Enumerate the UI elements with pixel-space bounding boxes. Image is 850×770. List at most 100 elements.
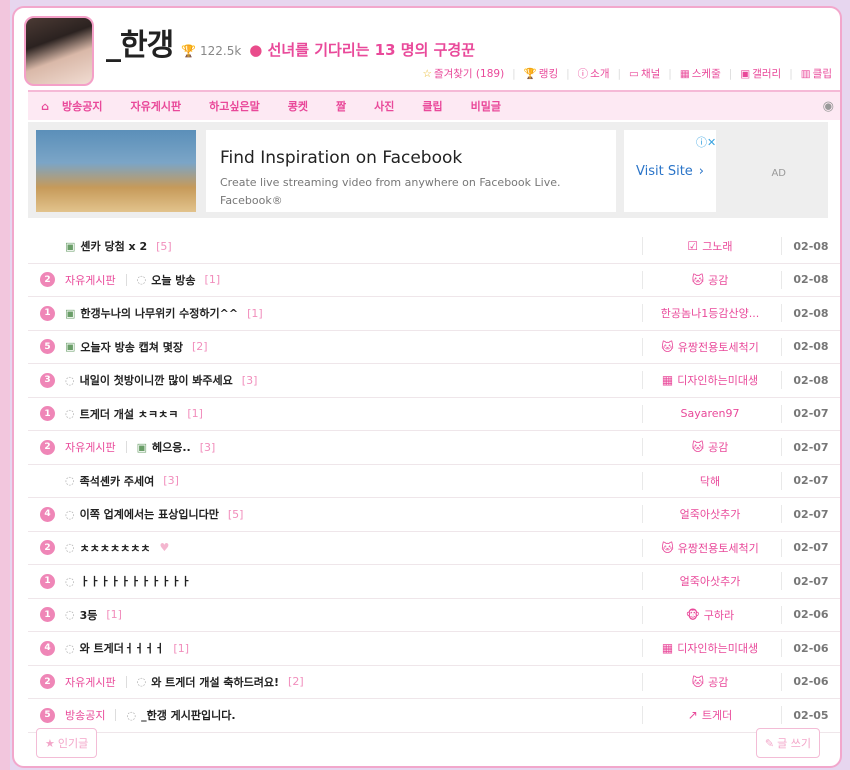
post-title-cell[interactable]: ◌ 3등 [1] [65, 607, 642, 623]
post-author[interactable]: 🐱 유짱전용토세척기 [642, 538, 777, 557]
comment-count: [2] [288, 675, 304, 689]
post-category[interactable]: 자유게시판 [65, 272, 116, 288]
post-row[interactable]: 1 ◌ 트게더 개설 ㅊㅋㅊㅋ [1] Sayaren97 02-07 [28, 398, 840, 431]
post-title-cell[interactable]: ◌ 이쪽 업계에서는 표상입니다만 [5] [65, 506, 642, 522]
post-title[interactable]: 족석셴카 주세여 [80, 473, 155, 489]
post-author[interactable]: 🐱 공감 [642, 438, 777, 457]
post-row[interactable]: 2 자유게시판 ▣ 헤으응.. [3] 🐱 공감 02-07 [28, 431, 840, 465]
rank-badge: 1 [40, 406, 55, 422]
post-row[interactable]: 1 ◌ ㅏㅏㅏㅏㅏㅏㅏㅏㅏㅏㅏ 얼죽아삿추가 02-07 [28, 565, 840, 599]
person-icon: ● [249, 41, 263, 59]
post-title-cell[interactable]: ◌ 와 트게더ㅓㅓㅓㅓ [1] [65, 640, 642, 656]
post-title[interactable]: 한갱누나의 나무위키 수정하기^^ [80, 305, 238, 321]
post-title-cell[interactable]: ▣ 셴카 당첨 x 2 [5] [65, 238, 642, 254]
post-title[interactable]: ㅏㅏㅏㅏㅏㅏㅏㅏㅏㅏㅏ [80, 573, 191, 589]
post-title-cell[interactable]: ◌ 트게더 개설 ㅊㅋㅊㅋ [1] [65, 406, 642, 422]
ad-image[interactable] [36, 130, 196, 212]
quick-link[interactable]: ⓘ 소개 [578, 66, 610, 81]
post-row[interactable]: 1 ◌ 3등 [1] 🐵 구하라 02-06 [28, 599, 840, 632]
quick-link[interactable]: ▦ 스케줄 [680, 66, 721, 81]
post-author[interactable]: ▦ 디자인하는미대생 [642, 371, 777, 390]
post-title-cell[interactable]: ◌ ㅏㅏㅏㅏㅏㅏㅏㅏㅏㅏㅏ [65, 573, 642, 589]
avatar[interactable] [24, 16, 94, 86]
post-title-cell[interactable]: 자유게시판 ◌ 와 트게더 개설 축하드려요! [2] [65, 674, 642, 690]
quick-link[interactable]: ▥ 클립 [801, 66, 832, 81]
post-author[interactable]: ☑ 그노래 [642, 237, 777, 256]
post-date: 02-06 [781, 639, 840, 658]
ad-choices-icon[interactable]: ⓘ✕ [696, 134, 716, 150]
post-author[interactable]: 얼죽아삿추가 [642, 572, 777, 591]
post-author[interactable]: 🐱 공감 [642, 270, 777, 289]
post-title-cell[interactable]: ◌ ㅊㅊㅊㅊㅊㅊㅊ ♥ [65, 540, 642, 556]
post-title[interactable]: 이쪽 업계에서는 표상입니다만 [80, 506, 219, 522]
ad-title[interactable]: Find Inspiration on Facebook [220, 148, 462, 168]
post-row[interactable]: 5 방송공지 ◌ _한갱 게시판입니다. ↗ 트게더 02-05 [28, 699, 840, 733]
post-title[interactable]: _한갱 게시판입니다. [141, 707, 235, 723]
post-row[interactable]: ◌ 족석셴카 주세여 [3] 닥해 02-07 [28, 465, 840, 498]
post-category[interactable]: 방송공지 [65, 707, 105, 723]
post-row[interactable]: 4 ◌ 이쪽 업계에서는 표상입니다만 [5] 얼죽아삿추가 02-07 [28, 498, 840, 532]
nav-item[interactable]: 자유게시판 [130, 98, 181, 114]
eye-icon[interactable]: ◉ [823, 99, 834, 114]
post-title[interactable]: 셴카 당첨 x 2 [80, 238, 147, 254]
calendar-icon: ▦ [661, 641, 674, 656]
post-category[interactable]: 자유게시판 [65, 439, 116, 455]
nav-item[interactable]: 짤 [336, 98, 346, 114]
post-title-cell[interactable]: ▣ 한갱누나의 나무위키 수정하기^^ [1] [65, 305, 642, 321]
post-title[interactable]: 트게더 개설 ㅊㅋㅊㅋ [80, 406, 179, 422]
post-row[interactable]: 2 자유게시판 ◌ 오늘 방송 [1] 🐱 공감 02-08 [28, 264, 840, 297]
post-author[interactable]: 한공놈나1등감산양... [642, 304, 777, 323]
post-author[interactable]: 얼죽아삿추가 [642, 505, 777, 524]
post-author[interactable]: 🐱 유짱전용토세척기 [642, 337, 777, 356]
quick-link[interactable]: ▭ 채널 [629, 66, 660, 81]
post-category[interactable]: 자유게시판 [65, 674, 116, 690]
post-row[interactable]: 1 ▣ 한갱누나의 나무위키 수정하기^^ [1] 한공놈나1등감산양... 02-08 [28, 297, 840, 331]
post-author[interactable]: ↗ 트게더 [642, 706, 777, 725]
popular-posts-button[interactable]: ★ 인기글 [36, 728, 98, 758]
post-title[interactable]: 와 트게더ㅓㅓㅓㅓ [80, 640, 165, 656]
post-title-cell[interactable]: ◌ 족석셴카 주세여 [3] [65, 473, 642, 489]
quick-link[interactable]: ▣ 갤러리 [740, 66, 781, 81]
post-title[interactable]: 3등 [80, 607, 98, 623]
post-title-cell[interactable]: 자유게시판 ◌ 오늘 방송 [1] [65, 272, 642, 288]
nav-item[interactable]: 비밀글 [471, 98, 501, 114]
post-list: ▣ 셴카 당첨 x 2 [5] ☑ 그노래 02-08 2 자유게시판 ◌ 오늘 방송 [1] 🐱 공감… [28, 230, 840, 733]
post-title[interactable]: 오늘자 방송 캡쳐 몇장 [80, 339, 183, 355]
channel-name[interactable]: _한갱 [106, 20, 174, 64]
post-author[interactable]: 🐱 공감 [642, 672, 777, 691]
nav-item[interactable]: 클립 [422, 98, 442, 114]
write-post-button[interactable]: ✎ 글 쓰기 [755, 728, 820, 758]
post-row[interactable]: 5 ▣ 오늘자 방송 캡쳐 몇장 [2] 🐱 유짱전용토세척기 02-08 [28, 331, 840, 364]
image-icon: ▣ [65, 306, 76, 320]
post-author[interactable]: 닥해 [642, 471, 777, 490]
post-author[interactable]: ▦ 디자인하는미대생 [642, 639, 777, 658]
post-title-cell[interactable]: ◌ 내일이 첫방이니깐 많이 봐주세요 [3] [65, 372, 642, 388]
post-title-cell[interactable]: 방송공지 ◌ _한갱 게시판입니다. [65, 707, 642, 723]
post-row[interactable]: ▣ 셴카 당첨 x 2 [5] ☑ 그노래 02-08 [28, 230, 840, 264]
quick-link-label: 랭킹 [538, 68, 559, 80]
cat-icon: 🐱 [661, 339, 674, 354]
ad-banner[interactable]: Find Inspiration on Facebook Create live… [28, 122, 828, 218]
nav-item[interactable]: 하고싶은말 [209, 98, 260, 114]
post-row[interactable]: 2 자유게시판 ◌ 와 트게더 개설 축하드려요! [2] 🐱 공감 02-06 [28, 666, 840, 699]
post-row[interactable]: 3 ◌ 내일이 첫방이니깐 많이 봐주세요 [3] ▦ 디자인하는미대생 02-08 [28, 364, 840, 398]
post-author[interactable]: Sayaren97 [642, 404, 777, 423]
post-title[interactable]: 오늘 방송 [151, 272, 195, 288]
post-title[interactable]: 내일이 첫방이니깐 많이 봐주세요 [80, 372, 233, 388]
quick-link[interactable]: ☆ 즐겨찾기 (189) [423, 66, 505, 81]
separator [115, 709, 117, 722]
nav-item[interactable]: 방송공지 [62, 98, 102, 114]
nav-item[interactable]: 콩켓 [288, 98, 308, 114]
home-icon[interactable]: ⌂ [28, 100, 62, 113]
post-title[interactable]: ㅊㅊㅊㅊㅊㅊㅊ [80, 540, 151, 556]
post-title-cell[interactable]: 자유게시판 ▣ 헤으응.. [3] [65, 439, 642, 455]
post-title[interactable]: 헤으응.. [152, 439, 191, 455]
post-title[interactable]: 와 트게더 개설 축하드려요! [151, 674, 279, 690]
post-row[interactable]: 4 ◌ 와 트게더ㅓㅓㅓㅓ [1] ▦ 디자인하는미대생 02-06 [28, 632, 840, 666]
quick-link[interactable]: 🏆 랭킹 [524, 66, 558, 81]
post-author[interactable]: 🐵 구하라 [642, 605, 777, 624]
post-title-cell[interactable]: ▣ 오늘자 방송 캡쳐 몇장 [2] [65, 339, 642, 355]
nav-item[interactable]: 사진 [374, 98, 394, 114]
post-row[interactable]: 2 ◌ ㅊㅊㅊㅊㅊㅊㅊ ♥ 🐱 유짱전용토세척기 02-07 [28, 532, 840, 565]
ad-text-box[interactable]: Find Inspiration on Facebook Create live… [206, 130, 616, 212]
